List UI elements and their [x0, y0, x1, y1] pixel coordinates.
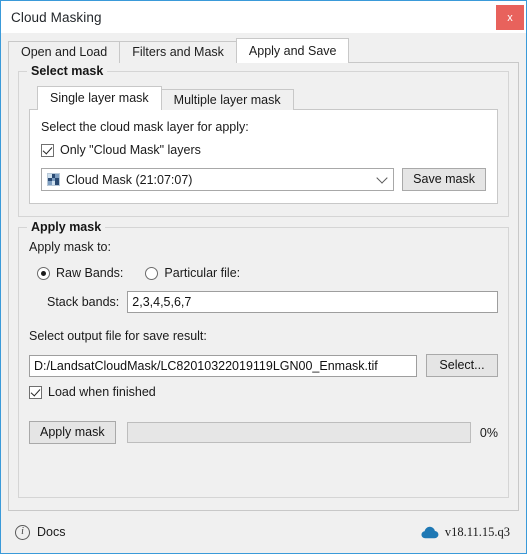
radio-raw-bands[interactable]: Raw Bands: [37, 266, 123, 280]
stack-bands-input[interactable]: 2,3,4,5,6,7 [127, 291, 498, 313]
select-output-file-button[interactable]: Select... [426, 354, 498, 377]
save-mask-button[interactable]: Save mask [402, 168, 486, 191]
tab-filters-and-mask[interactable]: Filters and Mask [119, 41, 237, 63]
select-mask-group-title: Select mask [27, 64, 108, 78]
apply-mask-to-label: Apply mask to: [29, 240, 111, 254]
stack-bands-label: Stack bands: [47, 295, 120, 309]
apply-action-row: Apply mask 0% [29, 421, 498, 444]
cloud-mask-layer-value: Cloud Mask (21:07:07) [66, 172, 193, 187]
cloud-icon [421, 526, 439, 538]
select-layer-instruction: Select the cloud mask layer for apply: [41, 120, 249, 134]
checkbox-box [29, 385, 42, 399]
apply-and-save-panel: Select mask Single layer mask Multiple l… [8, 62, 519, 511]
chevron-down-icon[interactable] [371, 169, 393, 190]
window-client-area: Open and Load Filters and Mask Apply and… [1, 33, 526, 511]
radio-raw-bands-label: Raw Bands: [56, 266, 124, 280]
apply-progress-bar [126, 422, 471, 443]
raster-layer-icon [47, 173, 60, 186]
apply-mask-button[interactable]: Apply mask [29, 421, 116, 444]
cloud-masking-window: Cloud Masking x Open and Load Filters an… [0, 0, 527, 554]
output-file-row: D:/LandsatCloudMask/LC82010322019119LGN0… [29, 354, 498, 377]
radio-box [145, 266, 159, 280]
main-tab-strip: Open and Load Filters and Mask Apply and… [8, 38, 519, 63]
layer-select-row: Cloud Mask (21:07:07) Save mask [41, 168, 486, 191]
tab-single-layer-mask[interactable]: Single layer mask [37, 86, 162, 110]
select-mask-group-body: Single layer mask Multiple layer mask Se… [29, 72, 498, 204]
load-when-finished-checkbox[interactable]: Load when finished [29, 385, 498, 399]
mask-layer-tab-strip: Single layer mask Multiple layer mask [29, 86, 498, 110]
apply-mask-group: Apply mask Apply mask to: Raw Bands: Par… [18, 220, 509, 498]
cloud-mask-layer-combobox[interactable]: Cloud Mask (21:07:07) [41, 168, 395, 191]
output-path-input[interactable]: D:/LandsatCloudMask/LC82010322019119LGN0… [29, 354, 417, 377]
docs-link[interactable]: i Docs [15, 524, 66, 540]
apply-target-radio-group: Raw Bands: Particular file: [37, 266, 498, 280]
version-info: v18.11.15.q3 [421, 525, 510, 540]
radio-box [37, 266, 50, 280]
footer-bar: i Docs v18.11.15.q3 [1, 511, 526, 553]
window-title: Cloud Masking [11, 9, 102, 25]
apply-mask-group-body: Apply mask to: Raw Bands: Particular fil… [29, 228, 498, 444]
docs-label: Docs [37, 525, 66, 539]
load-when-finished-label: Load when finished [48, 385, 156, 399]
tab-apply-and-save[interactable]: Apply and Save [235, 38, 350, 63]
stack-bands-row: Stack bands: 2,3,4,5,6,7 [47, 291, 498, 313]
checkbox-box [41, 143, 54, 157]
version-label: v18.11.15.q3 [444, 524, 510, 539]
info-icon: i [15, 524, 30, 540]
tab-open-and-load[interactable]: Open and Load [8, 41, 121, 63]
only-cloud-mask-layers-label: Only "Cloud Mask" layers [60, 143, 201, 157]
only-cloud-mask-layers-checkbox[interactable]: Only "Cloud Mask" layers [41, 143, 486, 157]
radio-particular-file-label: Particular file: [164, 266, 241, 280]
tab-multiple-layer-mask[interactable]: Multiple layer mask [160, 89, 294, 110]
apply-progress-percent: 0% [479, 425, 498, 440]
apply-mask-group-title: Apply mask [27, 220, 106, 234]
output-file-label: Select output file for save result: [29, 329, 207, 343]
single-layer-mask-panel: Select the cloud mask layer for apply: O… [29, 109, 498, 204]
close-button[interactable]: x [496, 5, 524, 30]
title-bar: Cloud Masking x [1, 1, 526, 33]
select-mask-group: Select mask Single layer mask Multiple l… [18, 64, 509, 217]
radio-particular-file[interactable]: Particular file: [145, 266, 240, 280]
